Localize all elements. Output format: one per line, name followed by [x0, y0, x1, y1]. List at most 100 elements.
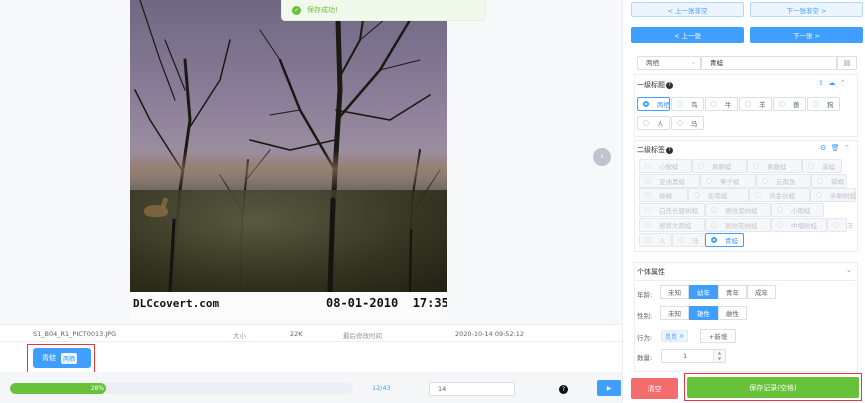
progress-fill: 28% — [10, 383, 107, 394]
radio-icon — [643, 120, 649, 126]
clear-button[interactable]: 清空 — [631, 378, 678, 399]
level2-option[interactable]: 栗子蛙 — [700, 174, 756, 188]
progress-percent: 28% — [90, 385, 105, 392]
sex-option[interactable]: 雄性 — [689, 306, 718, 320]
level1-option-label: 兽 — [793, 101, 800, 109]
level1-option[interactable]: 兽 — [773, 97, 806, 111]
level2-option-label: 人 — [659, 237, 666, 245]
level2-option[interactable]: 亚洲黑蛙 — [639, 174, 700, 188]
level2-option[interactable]: 溪蛙 — [802, 159, 842, 173]
next-button[interactable]: 下一张 > — [750, 27, 863, 43]
image-stage: DLCcovert.com 08-01-2010 17:35:59 ✓ 保存成功… — [0, 0, 622, 324]
page-jump-input[interactable]: 14 — [429, 382, 515, 396]
chevron-up-icon[interactable]: ⌃ — [844, 144, 850, 152]
level2-option[interactable]: 中缅树蛙 — [771, 218, 827, 232]
sex-option[interactable]: 雌性 — [718, 306, 747, 320]
level1-tools: ⇧ ☁ ⌃ — [818, 79, 846, 87]
level1-option[interactable]: 狗 — [807, 97, 840, 111]
radio-icon — [745, 101, 751, 107]
level2-option[interactable]: 小雨蛙 — [771, 203, 824, 217]
level2-option-label: 洪金丝蛙 — [769, 192, 795, 200]
level1-option[interactable]: 羊 — [739, 97, 772, 111]
level1-option-label: 鸟 — [691, 101, 698, 109]
next-image-arrow[interactable]: › — [593, 148, 611, 166]
radio-icon — [694, 192, 700, 198]
level1-option[interactable]: 鸟 — [671, 97, 704, 111]
file-info-bar: S1_B04_R1_PICT0013.JPG 大小 22K 最后修改时间 202… — [0, 324, 622, 342]
level2-option[interactable]: 羊 — [827, 218, 854, 232]
species-input[interactable]: 青蛙 — [701, 56, 837, 70]
cloud-icon[interactable]: ☁ — [828, 79, 835, 87]
age-option[interactable]: 未知 — [660, 285, 689, 299]
level2-option[interactable]: 人 — [639, 233, 672, 247]
level2-option-label: 蜥蜴 — [659, 192, 672, 200]
count-stepper[interactable]: 1 ▲ ▼ — [661, 349, 726, 363]
level2-option-label: 黄眼蛙 — [712, 163, 732, 171]
file-name: S1_B04_R1_PICT0013.JPG — [33, 330, 117, 338]
level2-option[interactable]: 斑纹花树蛙 — [705, 218, 771, 232]
radio-icon — [645, 163, 651, 169]
progress-bar: 28% — [10, 383, 353, 394]
radio-icon — [645, 237, 651, 243]
level2-option[interactable]: 白氏长腿树蛙 — [639, 203, 705, 217]
upload-icon[interactable]: ⇧ — [818, 79, 824, 87]
radio-icon — [643, 101, 649, 107]
level1-option[interactable]: 马 — [671, 116, 704, 130]
question-icon: ? — [666, 147, 673, 154]
help-icon[interactable]: ? — [559, 385, 568, 394]
level1-option[interactable]: 两栖 — [637, 97, 670, 111]
behavior-tag[interactable]: 觅觅 × — [661, 330, 688, 342]
level2-option-label: 小雨蛙 — [791, 207, 811, 215]
level2-option[interactable]: 黄眼蛙 — [692, 159, 747, 173]
add-behavior-button[interactable]: +新增 — [700, 329, 736, 343]
level2-option[interactable]: 云南鱼 — [756, 174, 811, 188]
chevron-down-icon[interactable]: ⌄ — [846, 266, 852, 274]
level2-option[interactable]: 马 — [672, 233, 705, 247]
settings-icon[interactable]: ⚙ — [820, 144, 826, 152]
radio-icon — [816, 192, 822, 198]
trash-icon[interactable]: 🗑 — [831, 144, 840, 152]
radio-icon — [645, 222, 651, 228]
file-size-label: 大小 — [233, 332, 246, 340]
document-icon[interactable]: ▤ — [837, 56, 857, 70]
level2-option[interactable]: 洪金丝蛙 — [749, 188, 810, 202]
level2-option[interactable]: 青蛙 — [705, 233, 744, 247]
radio-icon — [711, 101, 717, 107]
applied-tag-category: 两栖 — [61, 352, 78, 364]
applied-tag-button[interactable]: 青蛙 两栖 — [33, 348, 91, 368]
behavior-label: 行为: — [637, 334, 653, 342]
close-icon[interactable]: × — [679, 333, 684, 340]
level2-option[interactable]: 黄腹蛙 — [747, 159, 802, 173]
level1-option[interactable]: 牛 — [705, 97, 738, 111]
level2-option[interactable]: 斑纹泥树蛙 — [705, 203, 771, 217]
species-category-select[interactable]: 两栖 ⌄ — [637, 56, 701, 70]
level1-option[interactable]: 人 — [637, 116, 670, 130]
radio-icon — [755, 192, 761, 198]
chevron-up-icon[interactable]: ⌃ — [840, 79, 846, 87]
success-toast: ✓ 保存成功! — [281, 0, 486, 21]
level2-option-label: 云南鱼 — [776, 178, 796, 186]
go-to-page-button[interactable]: ▶ — [597, 380, 621, 396]
caret-down-icon[interactable]: ▼ — [713, 356, 725, 362]
level2-option[interactable]: 铅笔蛙 — [688, 188, 749, 202]
age-option[interactable]: 成年 — [747, 285, 776, 299]
age-option[interactable]: 青年 — [718, 285, 747, 299]
level2-option[interactable]: 蝾螈 — [811, 174, 847, 188]
level2-option[interactable]: 蜥蜴 — [639, 188, 688, 202]
radio-icon — [711, 222, 717, 228]
save-record-button[interactable]: 保存记录(空格) — [687, 377, 859, 398]
chevron-down-icon: ⌄ — [690, 59, 696, 66]
applied-tag-label: 青蛙 — [42, 354, 56, 362]
sex-option[interactable]: 未知 — [660, 306, 689, 320]
age-option[interactable]: 幼年 — [689, 285, 718, 299]
level2-option-label: 赤眼树蛙 — [830, 192, 856, 200]
prev-button[interactable]: < 上一张 — [631, 27, 744, 43]
level2-option[interactable]: 小鲵蛙 — [639, 159, 692, 173]
next-nonempty-button[interactable]: 下一张非空 > — [750, 2, 863, 17]
level1-option-label: 两栖 — [657, 101, 670, 109]
radio-icon — [779, 101, 785, 107]
level2-option[interactable]: 赤眼树蛙 — [810, 188, 856, 202]
prev-nonempty-button[interactable]: < 上一张非空 — [631, 2, 744, 17]
level2-option-label: 黄腹蛙 — [767, 163, 787, 171]
level2-option[interactable]: 斑背大雨蛙 — [639, 218, 705, 232]
